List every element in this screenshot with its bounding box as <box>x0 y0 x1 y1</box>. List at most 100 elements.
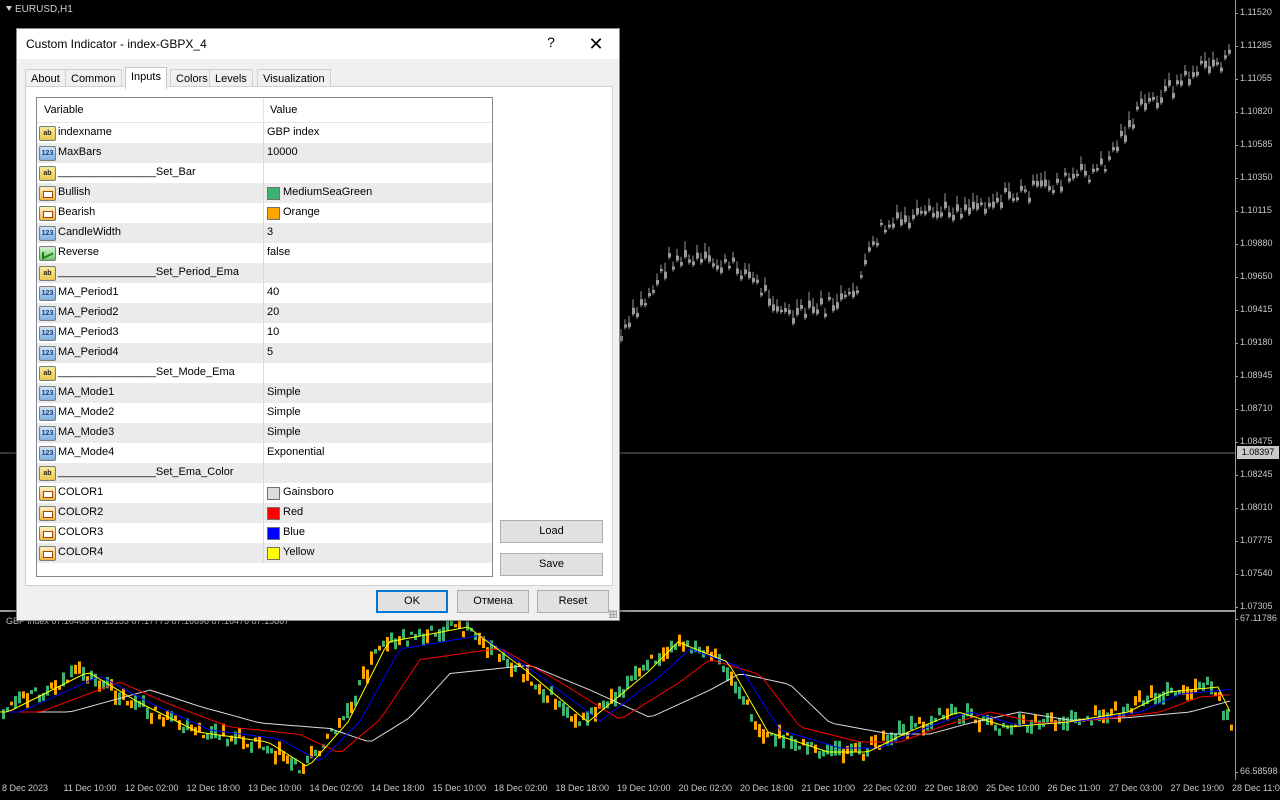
grid-row-indexname[interactable]: ab indexname GBP index <box>37 123 492 144</box>
variable-name: MA_Mode1 <box>58 386 115 398</box>
column-separator <box>263 443 264 463</box>
load-button[interactable]: Load <box>500 520 603 543</box>
column-separator <box>263 503 264 523</box>
grid-row-ma-mode3[interactable]: 123 MA_Mode3 Simple <box>37 423 492 444</box>
cancel-button[interactable]: Отмена <box>457 590 529 613</box>
variable-value[interactable]: 5 <box>267 346 273 358</box>
variable-value[interactable]: Yellow <box>283 546 314 558</box>
time-tick: 11 Dec 10:00 <box>63 783 117 793</box>
time-axis[interactable]: 8 Dec 2023 11 Dec 10:00 12 Dec 02:00 12 Dec… <box>0 780 1280 800</box>
grid-row-set-mode-ema[interactable]: ab ________________Set_Mode_Ema <box>37 363 492 384</box>
int-type-icon: 123 <box>39 146 56 161</box>
variable-value[interactable]: Simple <box>267 386 301 398</box>
price-tick: 1.08475 <box>1235 436 1273 446</box>
grid-row-color3[interactable]: COLOR3 Blue <box>37 523 492 544</box>
variable-value[interactable]: false <box>267 246 290 258</box>
dialog-title-bar[interactable]: Custom Indicator - index-GBPX_4 ? ✕ <box>17 29 619 59</box>
grid-row-color2[interactable]: COLOR2 Red <box>37 503 492 524</box>
close-button[interactable]: ✕ <box>583 32 609 56</box>
color-type-icon <box>39 546 56 561</box>
int-type-icon: 123 <box>39 426 56 441</box>
str-type-icon: ab <box>39 466 56 481</box>
variable-name: MA_Period4 <box>58 346 119 358</box>
int-type-icon: 123 <box>39 326 56 341</box>
grid-row-maxbars[interactable]: 123 MaxBars 10000 <box>37 143 492 164</box>
grid-row-ma-mode1[interactable]: 123 MA_Mode1 Simple <box>37 383 492 404</box>
grid-row-reverse[interactable]: Reverse false <box>37 243 492 264</box>
column-separator <box>263 303 264 323</box>
variable-value[interactable]: Red <box>283 506 303 518</box>
grid-row-bullish[interactable]: Bullish MediumSeaGreen <box>37 183 492 204</box>
reset-button[interactable]: Reset <box>537 590 609 613</box>
variable-value[interactable]: 40 <box>267 286 279 298</box>
save-button[interactable]: Save <box>500 553 603 576</box>
grid-row-candlewidth[interactable]: 123 CandleWidth 3 <box>37 223 492 244</box>
column-separator <box>263 403 264 423</box>
variable-name: Bullish <box>58 186 91 198</box>
color-swatch <box>267 207 280 220</box>
current-price-badge: 1.08397 <box>1237 446 1279 459</box>
int-type-icon: 123 <box>39 306 56 321</box>
price-tick: 1.09415 <box>1235 304 1273 314</box>
grid-row-bearish[interactable]: Bearish Orange <box>37 203 492 224</box>
int-type-icon: 123 <box>39 386 56 401</box>
str-type-icon: ab <box>39 366 56 381</box>
variable-value[interactable]: 3 <box>267 226 273 238</box>
time-tick: 15 Dec 10:00 <box>432 783 487 793</box>
variable-name: MaxBars <box>58 146 102 158</box>
grid-row-ma-period2[interactable]: 123 MA_Period2 20 <box>37 303 492 324</box>
time-tick: 26 Dec 11:00 <box>1047 783 1101 793</box>
time-tick: 13 Dec 10:00 <box>248 783 302 793</box>
variable-value[interactable]: 10000 <box>267 146 298 158</box>
grid-row-ma-period3[interactable]: 123 MA_Period3 10 <box>37 323 492 344</box>
variable-value[interactable]: Exponential <box>267 446 325 458</box>
indicator-subwindow[interactable] <box>0 612 1235 780</box>
variable-value[interactable]: Blue <box>283 526 305 538</box>
tab-inputs[interactable]: Inputs <box>125 67 167 89</box>
variable-value[interactable]: Gainsboro <box>283 486 334 498</box>
column-separator <box>263 483 264 503</box>
time-tick: 25 Dec 10:00 <box>986 783 1040 793</box>
grid-row-ma-period4[interactable]: 123 MA_Period4 5 <box>37 343 492 364</box>
time-tick: 19 Dec 10:00 <box>617 783 671 793</box>
value-column-header[interactable]: Value <box>270 104 297 116</box>
time-tick: 12 Dec 02:00 <box>125 783 179 793</box>
sub-price-bottom: 66.58598 <box>1235 766 1278 776</box>
color-type-icon <box>39 526 56 541</box>
help-button[interactable]: ? <box>543 34 559 50</box>
grid-row-ma-mode4[interactable]: 123 MA_Mode4 Exponential <box>37 443 492 464</box>
price-tick: 1.10585 <box>1235 139 1273 149</box>
time-tick: 22 Dec 18:00 <box>924 783 979 793</box>
grid-row-set-period-ema[interactable]: ab ________________Set_Period_Ema <box>37 263 492 284</box>
variable-value[interactable]: Simple <box>267 426 301 438</box>
ok-button[interactable]: OK <box>376 590 448 613</box>
int-type-icon: 123 <box>39 286 56 301</box>
price-axis[interactable]: 1.11520 1.11285 1.11055 1.10820 1.10585 1.103… <box>1235 0 1280 780</box>
time-tick: 14 Dec 02:00 <box>309 783 364 793</box>
inputs-grid[interactable]: Variable Value ab indexname GBP index 123 Ma… <box>36 97 493 577</box>
variable-value[interactable]: MediumSeaGreen <box>283 186 372 198</box>
variable-name: MA_Mode4 <box>58 446 115 458</box>
int-type-icon: 123 <box>39 446 56 461</box>
grid-row-set-ema-color[interactable]: ab ________________Set_Ema_Color <box>37 463 492 484</box>
grid-row-color4[interactable]: COLOR4 Yellow <box>37 543 492 564</box>
variable-name: COLOR3 <box>58 526 104 538</box>
column-separator <box>263 263 264 283</box>
grid-row-color1[interactable]: COLOR1 Gainsboro <box>37 483 492 504</box>
variable-value[interactable]: Simple <box>267 406 301 418</box>
grid-row-ma-mode2[interactable]: 123 MA_Mode2 Simple <box>37 403 492 424</box>
variable-value[interactable]: 10 <box>267 326 279 338</box>
variable-name: MA_Period1 <box>58 286 119 298</box>
price-tick: 1.08945 <box>1235 370 1273 380</box>
grid-row-set-bar[interactable]: ab ________________Set_Bar <box>37 163 492 184</box>
variable-value[interactable]: 20 <box>267 306 279 318</box>
time-tick: 12 Dec 18:00 <box>186 783 241 793</box>
variable-value[interactable]: GBP index <box>267 126 319 138</box>
column-separator[interactable] <box>263 98 264 122</box>
column-separator <box>263 323 264 343</box>
variable-column-header[interactable]: Variable <box>44 104 84 116</box>
grid-row-ma-period1[interactable]: 123 MA_Period1 40 <box>37 283 492 304</box>
column-separator <box>263 183 264 203</box>
resize-grip[interactable] <box>609 610 617 618</box>
variable-value[interactable]: Orange <box>283 206 320 218</box>
